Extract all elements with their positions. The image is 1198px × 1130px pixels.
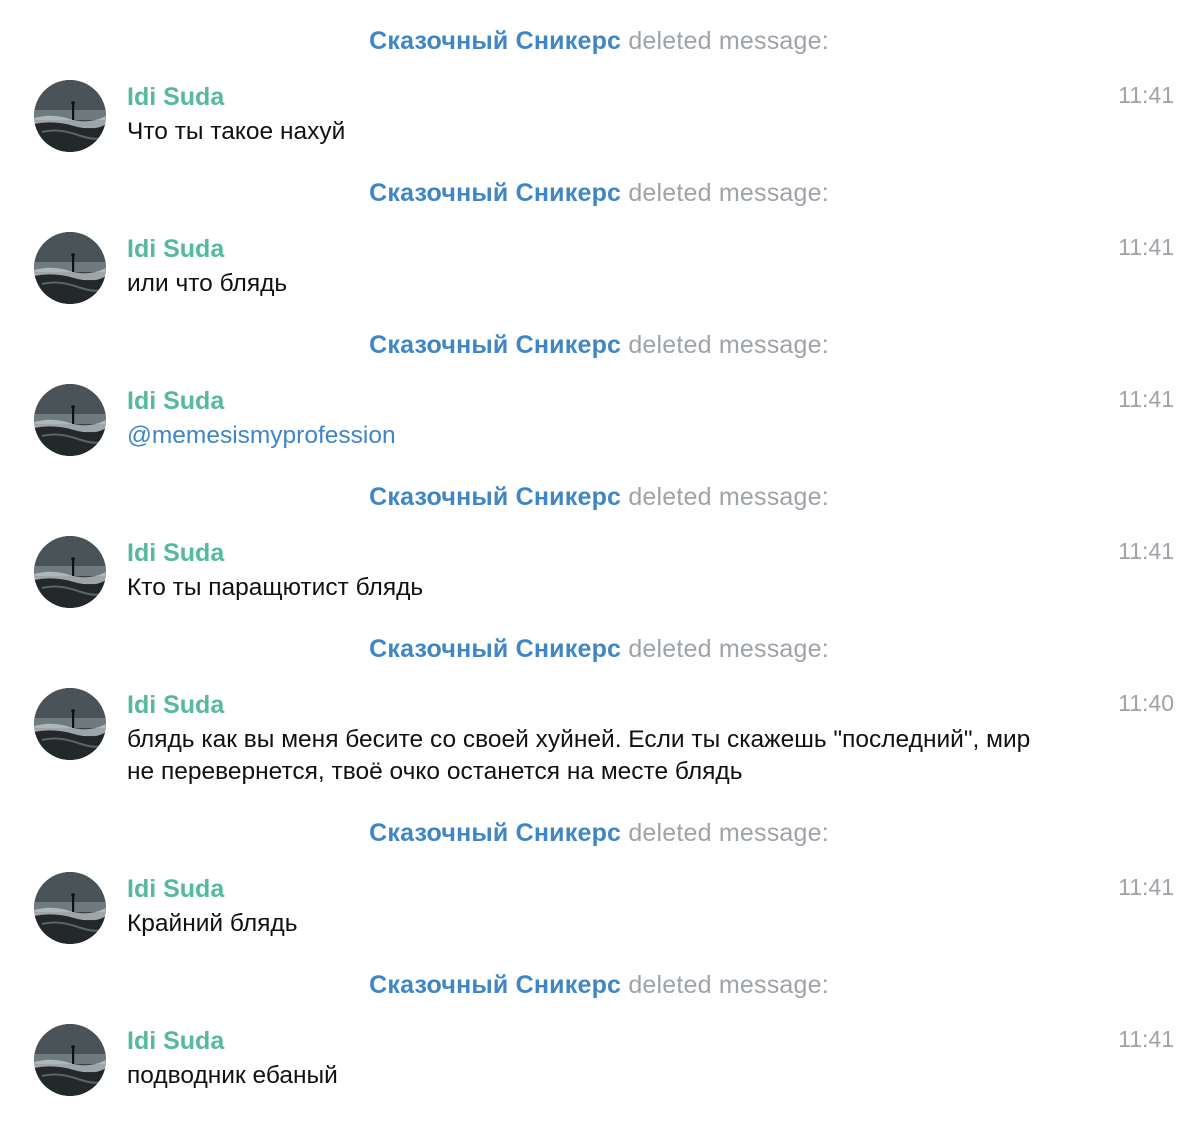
service-message: Сказочный Сникерс deleted message: bbox=[0, 479, 1198, 515]
user-avatar[interactable] bbox=[34, 1024, 106, 1096]
service-message: Сказочный Сникерс deleted message: bbox=[0, 631, 1198, 667]
message-author[interactable]: Idi Suda bbox=[127, 232, 224, 266]
service-action-text: deleted message: bbox=[628, 27, 829, 55]
service-actor-link[interactable]: Сказочный Сникерс bbox=[369, 331, 621, 359]
message-text: Что ты такое нахуй bbox=[127, 118, 346, 145]
message-time: 11:41 bbox=[1118, 538, 1174, 564]
service-action-text: deleted message: bbox=[628, 331, 829, 359]
message-time: 11:41 bbox=[1118, 874, 1174, 900]
service-action-text: deleted message: bbox=[628, 971, 829, 999]
service-action-text: deleted message: bbox=[628, 179, 829, 207]
message-time: 11:41 bbox=[1118, 1026, 1174, 1052]
message-time: 11:40 bbox=[1118, 690, 1174, 716]
avatar-photo-icon bbox=[34, 688, 106, 760]
message-author[interactable]: Idi Suda bbox=[127, 688, 224, 722]
message-text: Крайний блядь bbox=[127, 910, 298, 937]
message-time: 11:41 bbox=[1118, 386, 1174, 412]
message-time: 11:41 bbox=[1118, 234, 1174, 260]
user-avatar[interactable] bbox=[34, 384, 106, 456]
message-text: Кто ты паращютист блядь bbox=[127, 574, 424, 601]
user-avatar[interactable] bbox=[34, 80, 106, 152]
service-message: Сказочный Сникерс deleted message: bbox=[0, 327, 1198, 363]
user-avatar[interactable] bbox=[34, 688, 106, 760]
user-avatar[interactable] bbox=[34, 232, 106, 304]
service-message: Сказочный Сникерс deleted message: bbox=[0, 175, 1198, 211]
avatar-photo-icon bbox=[34, 384, 106, 456]
message-author[interactable]: Idi Suda bbox=[127, 80, 224, 114]
service-actor-link[interactable]: Сказочный Сникерс bbox=[369, 179, 621, 207]
service-message: Сказочный Сникерс deleted message: bbox=[0, 815, 1198, 851]
message-author[interactable]: Idi Suda bbox=[127, 872, 224, 906]
avatar-photo-icon bbox=[34, 872, 106, 944]
service-action-text: deleted message: bbox=[628, 819, 829, 847]
mention-link[interactable]: @memesismyprofession bbox=[127, 420, 1087, 452]
message-author[interactable]: Idi Suda bbox=[127, 384, 224, 418]
user-avatar[interactable] bbox=[34, 872, 106, 944]
service-actor-link[interactable]: Сказочный Сникерс bbox=[369, 971, 621, 999]
service-actor-link[interactable]: Сказочный Сникерс bbox=[369, 819, 621, 847]
message-text: или что блядь bbox=[127, 270, 288, 297]
message-text: блядь как вы меня бесите со своей хуйней… bbox=[127, 726, 1038, 785]
service-actor-link[interactable]: Сказочный Сникерс bbox=[369, 483, 621, 511]
service-action-text: deleted message: bbox=[628, 483, 829, 511]
service-action-text: deleted message: bbox=[628, 635, 829, 663]
user-avatar[interactable] bbox=[34, 536, 106, 608]
avatar-photo-icon bbox=[34, 536, 106, 608]
message-author[interactable]: Idi Suda bbox=[127, 1024, 224, 1058]
service-message: Сказочный Сникерс deleted message: bbox=[0, 23, 1198, 59]
message-time: 11:41 bbox=[1118, 82, 1174, 108]
message-text: подводник ебаный bbox=[127, 1062, 338, 1089]
service-actor-link[interactable]: Сказочный Сникерс bbox=[369, 27, 621, 55]
service-message: Сказочный Сникерс deleted message: bbox=[0, 967, 1198, 1003]
avatar-photo-icon bbox=[34, 1024, 106, 1096]
avatar-photo-icon bbox=[34, 232, 106, 304]
chat-history: Сказочный Сникерс deleted message: Idi S… bbox=[0, 0, 1198, 1130]
message-author[interactable]: Idi Suda bbox=[127, 536, 224, 570]
avatar-photo-icon bbox=[34, 80, 106, 152]
service-actor-link[interactable]: Сказочный Сникерс bbox=[369, 635, 621, 663]
